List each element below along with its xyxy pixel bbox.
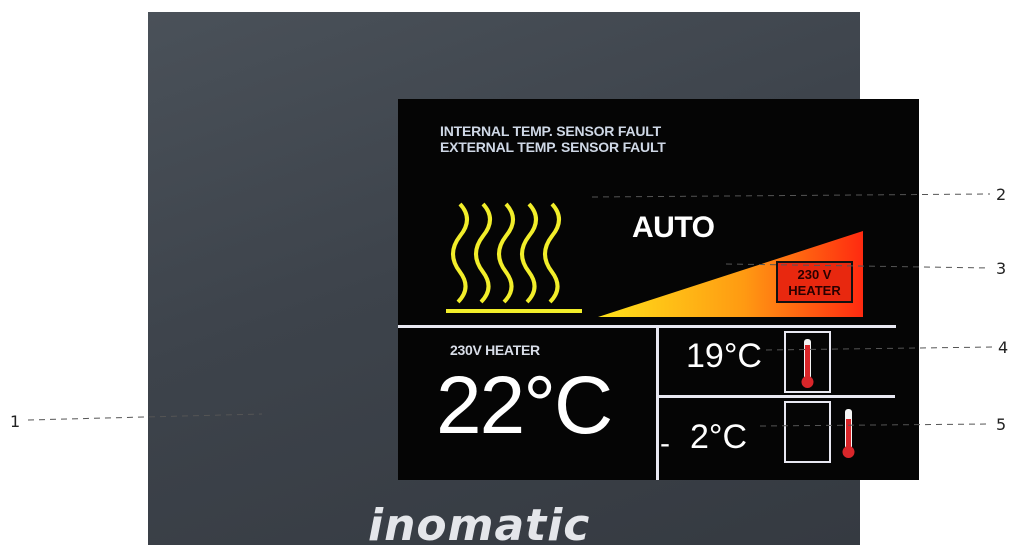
callout-line-3 <box>725 263 991 269</box>
callout-number-1: 1 <box>10 412 21 431</box>
callout-number-2: 2 <box>996 185 1007 204</box>
callout-number-4: 4 <box>998 338 1009 357</box>
callout-line-4 <box>765 346 995 351</box>
callout-line-5 <box>759 423 991 427</box>
callout-number-3: 3 <box>996 259 1007 278</box>
callout-number-5: 5 <box>996 415 1007 434</box>
callout-line-2 <box>591 193 991 198</box>
callout-line-1 <box>27 413 263 421</box>
callout-lines <box>27 193 995 427</box>
